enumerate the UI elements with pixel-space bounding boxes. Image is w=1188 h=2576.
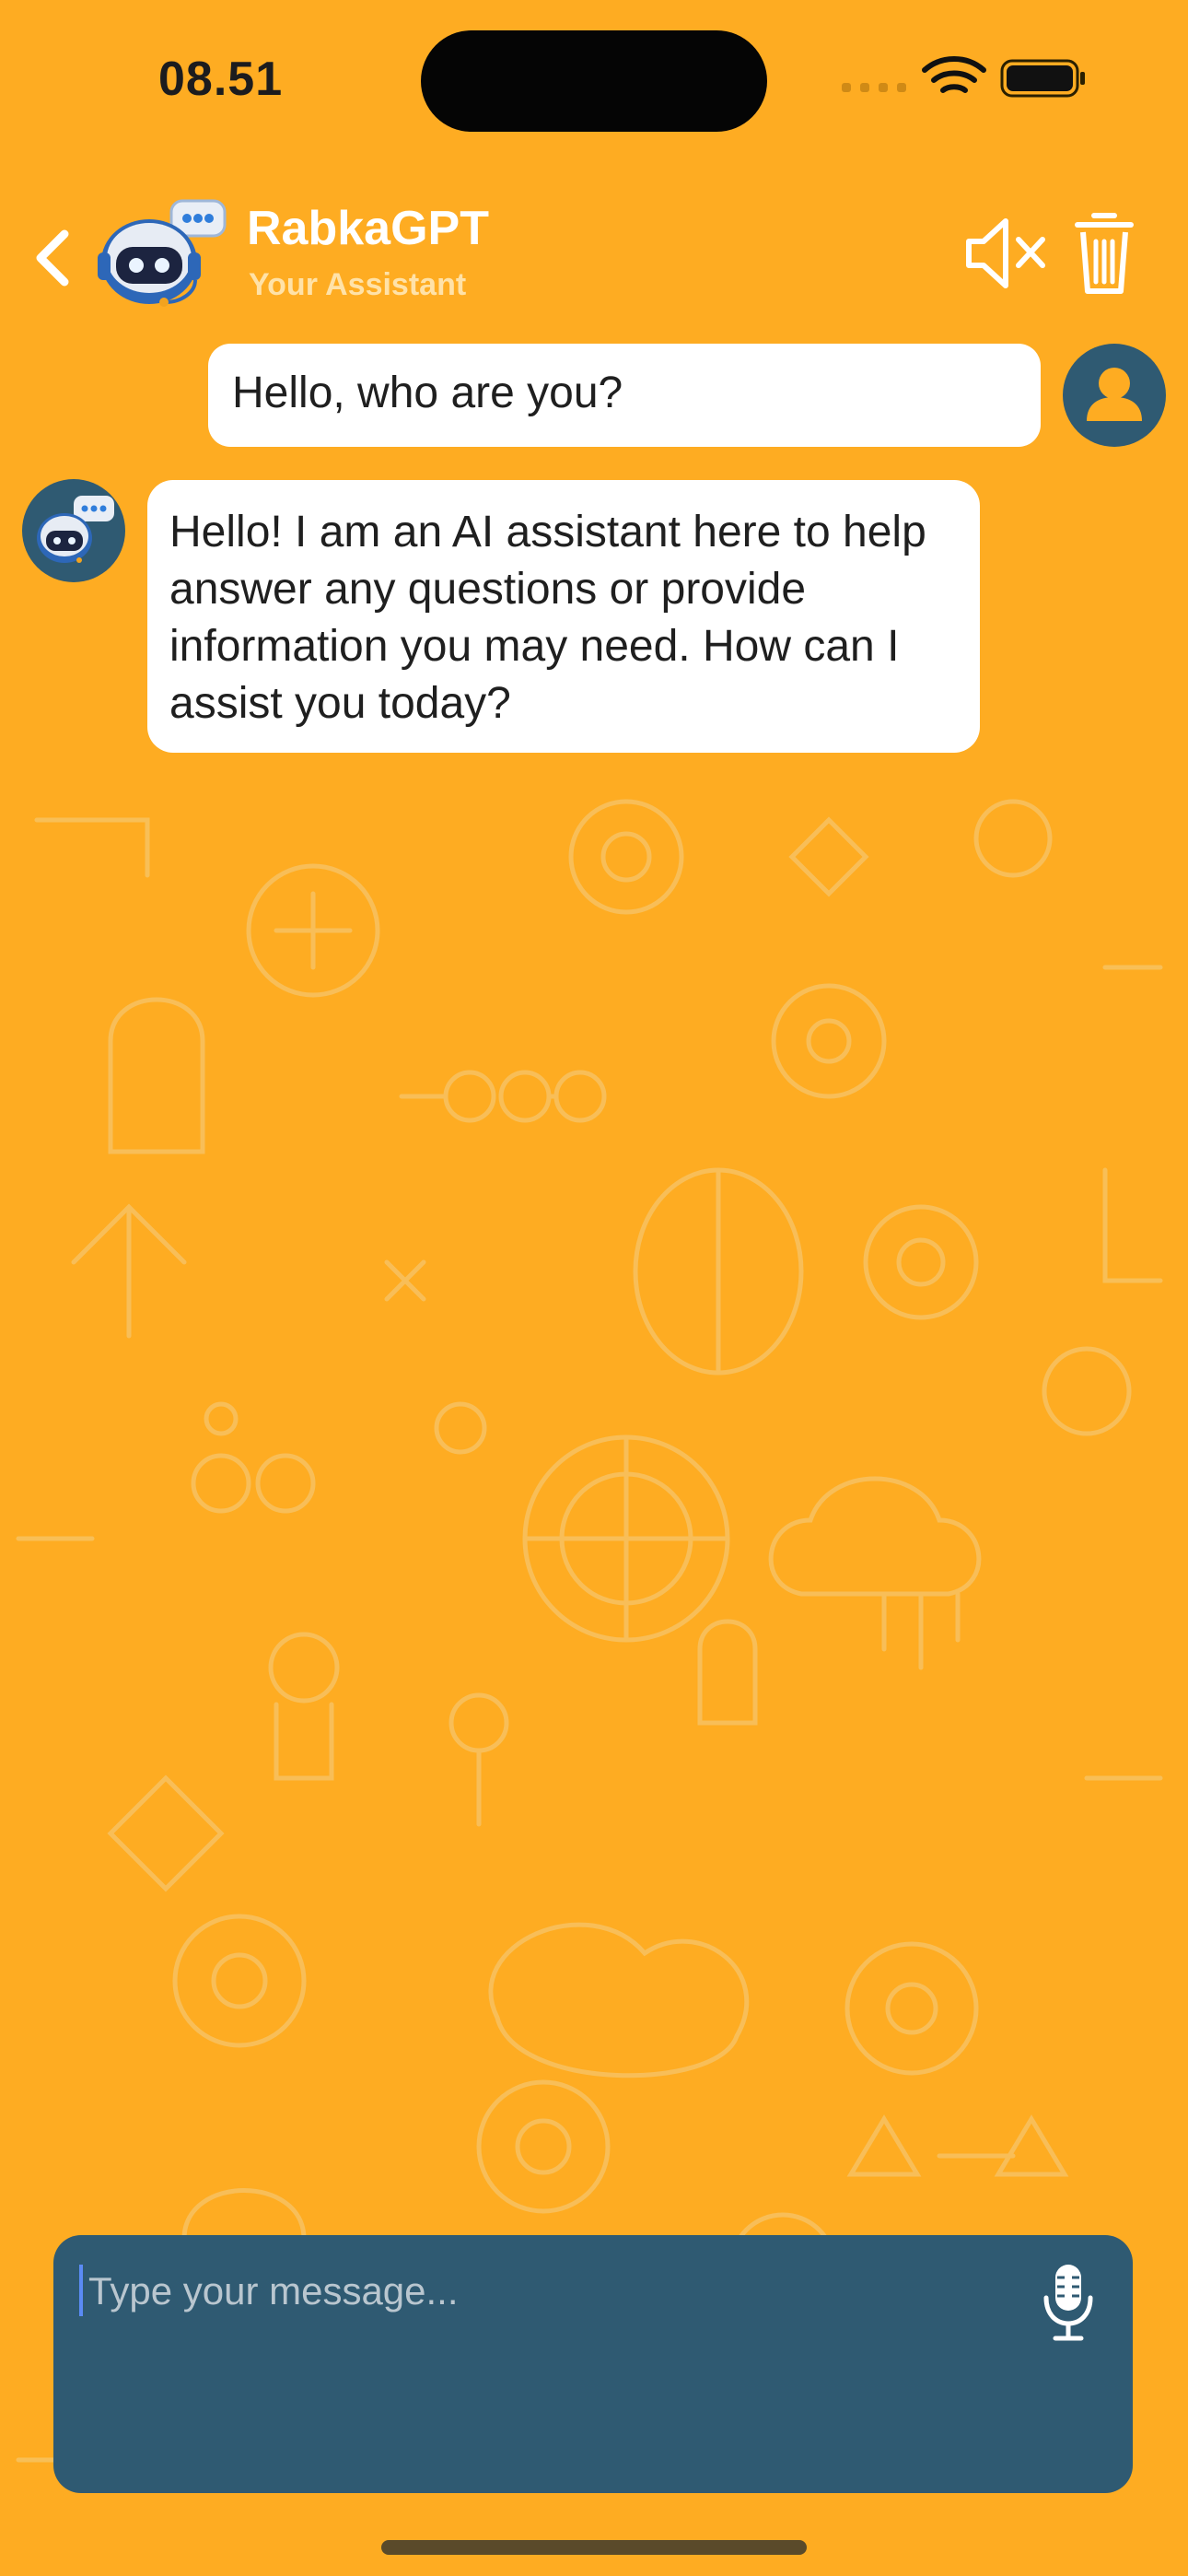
dynamic-island [421,30,767,132]
message-input[interactable] [87,2263,1011,2320]
robot-icon [37,496,114,563]
user-message-bubble: Hello, who are you? [208,344,1041,447]
home-indicator [381,2540,807,2555]
status-icons [842,56,1085,98]
chevron-left-icon[interactable] [26,221,81,295]
microphone-icon[interactable] [1041,2261,1096,2344]
battery-icon [1000,59,1085,98]
text-cursor [79,2265,83,2316]
message-composer [53,2235,1133,2493]
chat-subtitle: Your Assistant [249,267,467,302]
status-bar: 08.51 [0,0,1188,157]
speaker-muted-icon[interactable] [961,212,1046,295]
signal-icon [842,83,906,92]
robot-avatar-icon [98,199,227,307]
wifi-icon [922,56,986,93]
assistant-message-bubble: Hello! I am an AI assistant here to help… [147,480,980,753]
assistant-avatar [22,479,125,582]
person-icon [1087,368,1142,421]
trash-icon[interactable] [1074,206,1135,299]
chat-header: RabkaGPT Your Assistant [0,193,1188,341]
chat-title: RabkaGPT [247,202,489,255]
user-avatar [1063,344,1166,447]
status-time: 08.51 [158,53,284,106]
